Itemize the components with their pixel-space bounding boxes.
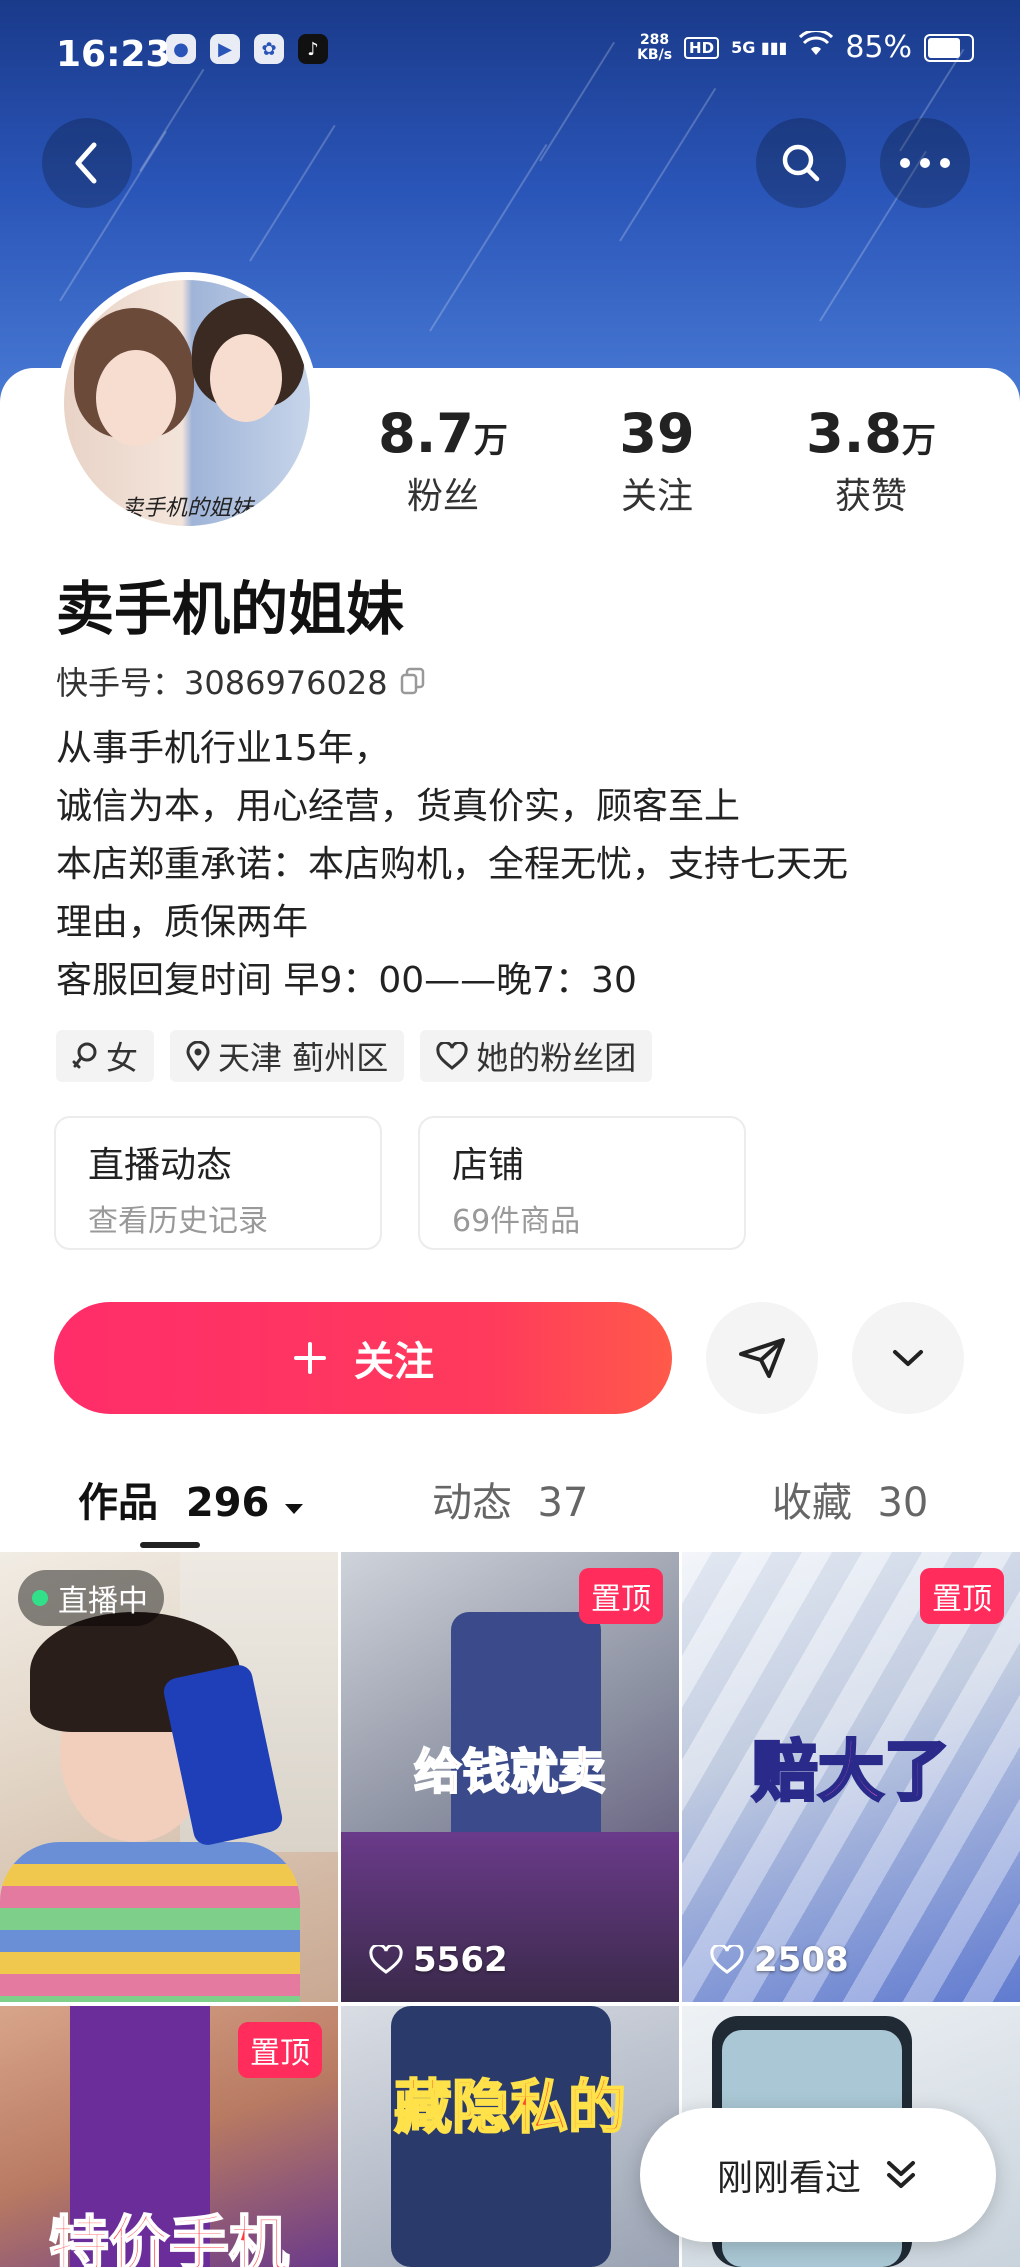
gender-female-icon (72, 1042, 97, 1069)
fan-club-icon (436, 1042, 468, 1070)
copy-icon[interactable] (398, 666, 428, 696)
tag-fan-club[interactable]: 她的粉丝团 (420, 1030, 653, 1082)
video-thumbnail-4[interactable]: 置顶 特价手机 (0, 2006, 338, 2267)
battery-percent: 85% (845, 30, 912, 65)
video-thumbnail-3[interactable]: 置顶 赔大了 2508 (682, 1552, 1020, 2002)
search-button[interactable] (756, 118, 846, 208)
pinned-badge: 置顶 (920, 1568, 1004, 1624)
status-app-icons: ● ▶ ✿ ♪ (166, 34, 328, 64)
search-icon (782, 144, 820, 182)
tab-favorites[interactable]: 收藏 30 (772, 1470, 928, 1528)
profile-bio: 从事手机行业15年， 诚信为本，用心经营，货真价实，顾客至上 本店郑重承诺：本店… (56, 728, 849, 1001)
caret-down-icon (285, 1504, 304, 1514)
back-arrow-icon (75, 142, 97, 184)
douyin-icon: ♪ (298, 34, 328, 64)
battery-icon (924, 33, 974, 62)
profile-tags: 女 天津 蓟州区 她的粉丝团 (56, 1030, 653, 1082)
pinned-badge: 置顶 (238, 2022, 322, 2078)
double-chevron-down-icon (887, 2161, 915, 2188)
status-time: 16:23 (56, 34, 171, 75)
video-overlay-text: 给钱就卖 (413, 1743, 607, 1801)
recently-viewed-button[interactable]: 刚刚看过 (640, 2108, 996, 2242)
share-button[interactable] (706, 1302, 818, 1414)
follow-button[interactable]: 关注 (54, 1302, 672, 1414)
more-actions-button[interactable] (852, 1302, 964, 1414)
send-icon (739, 1338, 785, 1378)
more-button[interactable] (880, 118, 970, 208)
back-button[interactable] (42, 118, 132, 208)
profile-name: 卖手机的姐妹 (56, 575, 405, 643)
pinwheel-icon: ✿ (254, 34, 284, 64)
tag-location[interactable]: 天津 蓟州区 (170, 1030, 405, 1082)
hd-icon: HD (684, 36, 720, 59)
like-count: 2508 (710, 1940, 849, 1980)
tag-gender: 女 (56, 1030, 155, 1082)
status-bar: 16:23 ● ▶ ✿ ♪ 288 KB/s HD 5G ▮▮▮ 85% (0, 0, 1020, 110)
tab-moments[interactable]: 动态 37 (432, 1470, 588, 1528)
plus-icon (294, 1342, 326, 1374)
more-icon (900, 158, 950, 168)
signal-icon: 5G ▮▮▮ (731, 38, 788, 57)
network-speed: 288 KB/s (637, 31, 673, 63)
pinned-badge: 置顶 (579, 1568, 663, 1624)
chevron-down-icon (893, 1350, 923, 1366)
heart-icon (710, 1945, 744, 1974)
baidu-icon: ● (166, 34, 196, 64)
avatar[interactable]: 卖手机的姐妹 (56, 272, 318, 534)
stat-fans[interactable]: 8.7万 粉丝 (358, 402, 528, 519)
video-overlay-text: 赔大了 (751, 1732, 952, 1812)
video-thumbnail-live[interactable]: 直播中 (0, 1552, 338, 2002)
tab-works[interactable]: 作品 296 (78, 1470, 305, 1528)
kuaishou-id: 快手号：3086976028 (56, 658, 428, 704)
avatar-caption: 卖手机的姐妹 (120, 496, 253, 521)
stat-following[interactable]: 39 关注 (572, 402, 742, 519)
video-thumbnail-2[interactable]: 置顶 给钱就卖 5562 (341, 1552, 679, 2002)
wifi-icon (799, 29, 834, 65)
like-count: 5562 (369, 1940, 508, 1980)
heart-icon (369, 1945, 403, 1974)
live-history-card[interactable]: 直播动态 查看历史记录 (54, 1116, 382, 1250)
video-icon: ▶ (210, 34, 240, 64)
video-overlay-text: 特价手机 (48, 2209, 290, 2267)
shop-card[interactable]: 店铺 69件商品 (418, 1116, 746, 1250)
location-icon (186, 1041, 210, 1071)
video-overlay-text: 藏隐私的 (393, 2072, 627, 2142)
video-thumbnail-5[interactable]: 藏隐私的 (341, 2006, 679, 2267)
stat-likes[interactable]: 3.8万 获赞 (786, 402, 956, 519)
live-badge: 直播中 (18, 1570, 164, 1626)
tab-indicator (140, 1542, 200, 1548)
